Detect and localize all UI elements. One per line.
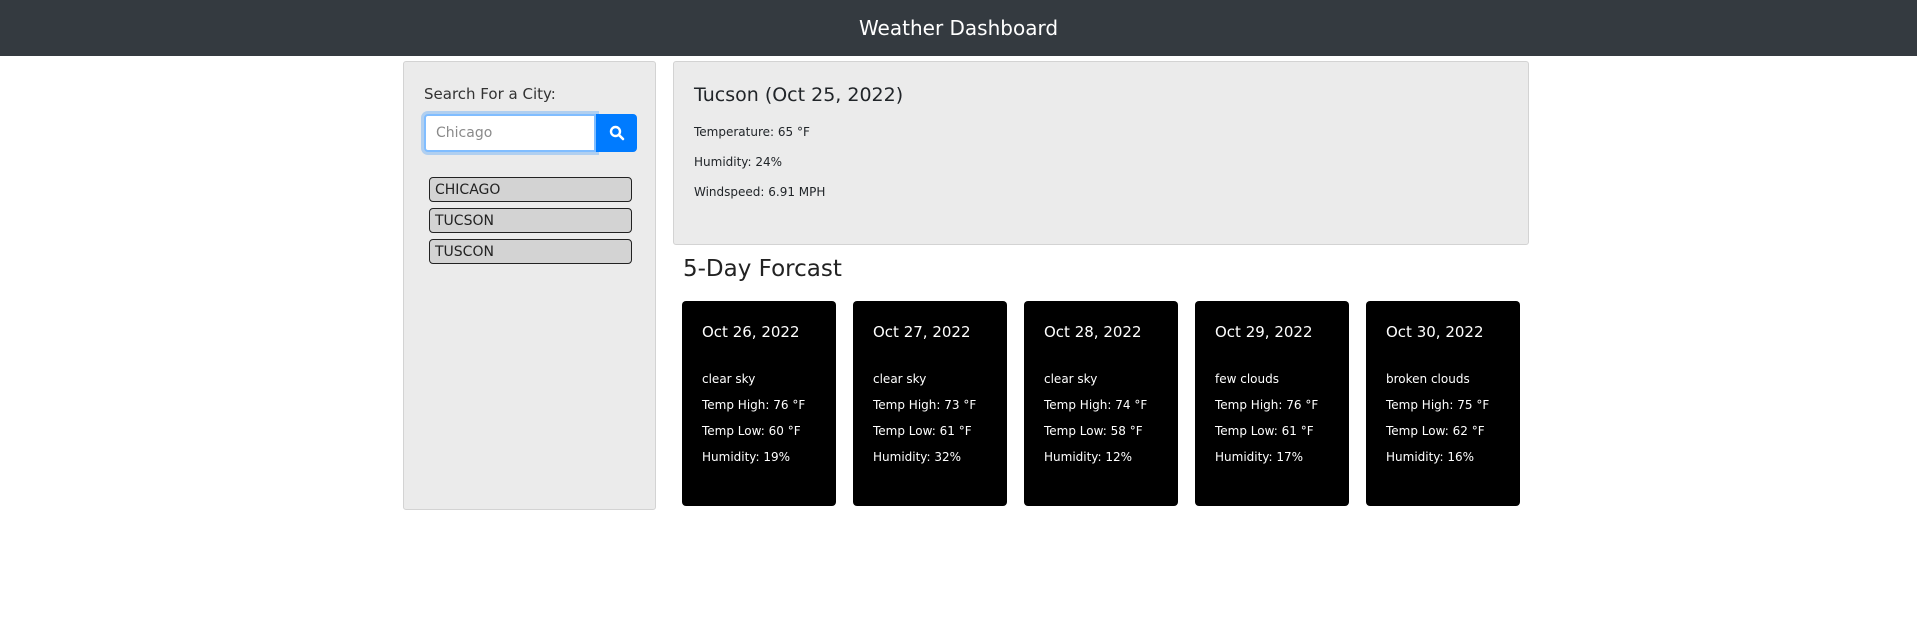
- forecast-humidity: Humidity: 16%: [1386, 450, 1475, 464]
- forecast-date: Oct 30, 2022: [1386, 323, 1484, 341]
- search-sidebar: Search For a City: CHICAGO TUCSON TUSCON: [403, 61, 656, 510]
- forecast-humidity: Humidity: 17%: [1215, 450, 1304, 464]
- search-row: [424, 114, 637, 152]
- forecast-card: Oct 28, 2022 clear sky Temp High: 74 °F …: [1024, 301, 1178, 506]
- history-item-tucson[interactable]: TUCSON: [429, 208, 632, 233]
- forecast-temp-low: Temp Low: 60 °F: [702, 424, 801, 438]
- forecast-temp-high: Temp High: 75 °F: [1386, 398, 1490, 412]
- search-history: CHICAGO TUCSON TUSCON: [429, 177, 632, 270]
- history-item-chicago[interactable]: CHICAGO: [429, 177, 632, 202]
- forecast-card: Oct 26, 2022 clear sky Temp High: 76 °F …: [682, 301, 836, 506]
- forecast-humidity: Humidity: 32%: [873, 450, 962, 464]
- forecast-date: Oct 28, 2022: [1044, 323, 1142, 341]
- forecast-heading: 5-Day Forcast: [683, 256, 842, 282]
- current-weather-panel: Tucson (Oct 25, 2022) Temperature: 65 °F…: [673, 61, 1529, 245]
- current-temperature: Temperature: 65 °F: [694, 125, 810, 139]
- forecast-temp-high: Temp High: 76 °F: [1215, 398, 1319, 412]
- current-humidity: Humidity: 24%: [694, 155, 783, 169]
- forecast-temp-high: Temp High: 73 °F: [873, 398, 977, 412]
- forecast-description: broken clouds: [1386, 372, 1470, 386]
- forecast-description: clear sky: [873, 372, 927, 386]
- city-search-input[interactable]: [424, 114, 596, 152]
- forecast-temp-low: Temp Low: 58 °F: [1044, 424, 1143, 438]
- search-button[interactable]: [596, 114, 637, 152]
- forecast-humidity: Humidity: 12%: [1044, 450, 1133, 464]
- forecast-date: Oct 27, 2022: [873, 323, 971, 341]
- app-header: Weather Dashboard: [0, 0, 1917, 56]
- forecast-temp-high: Temp High: 76 °F: [702, 398, 806, 412]
- forecast-temp-low: Temp Low: 61 °F: [873, 424, 972, 438]
- forecast-temp-low: Temp Low: 61 °F: [1215, 424, 1314, 438]
- forecast-description: clear sky: [702, 372, 756, 386]
- forecast-card: Oct 29, 2022 few clouds Temp High: 76 °F…: [1195, 301, 1349, 506]
- forecast-description: clear sky: [1044, 372, 1098, 386]
- forecast-humidity: Humidity: 19%: [702, 450, 791, 464]
- search-icon: [609, 125, 624, 141]
- forecast-card: Oct 27, 2022 clear sky Temp High: 73 °F …: [853, 301, 1007, 506]
- current-windspeed: Windspeed: 6.91 MPH: [694, 185, 826, 199]
- current-city-title: Tucson (Oct 25, 2022): [694, 84, 904, 106]
- forecast-description: few clouds: [1215, 372, 1279, 386]
- forecast-temp-low: Temp Low: 62 °F: [1386, 424, 1485, 438]
- app-title: Weather Dashboard: [858, 16, 1059, 40]
- search-label: Search For a City:: [424, 85, 556, 103]
- history-item-tuscon[interactable]: TUSCON: [429, 239, 632, 264]
- forecast-date: Oct 26, 2022: [702, 323, 800, 341]
- forecast-date: Oct 29, 2022: [1215, 323, 1313, 341]
- forecast-card: Oct 30, 2022 broken clouds Temp High: 75…: [1366, 301, 1520, 506]
- forecast-temp-high: Temp High: 74 °F: [1044, 398, 1148, 412]
